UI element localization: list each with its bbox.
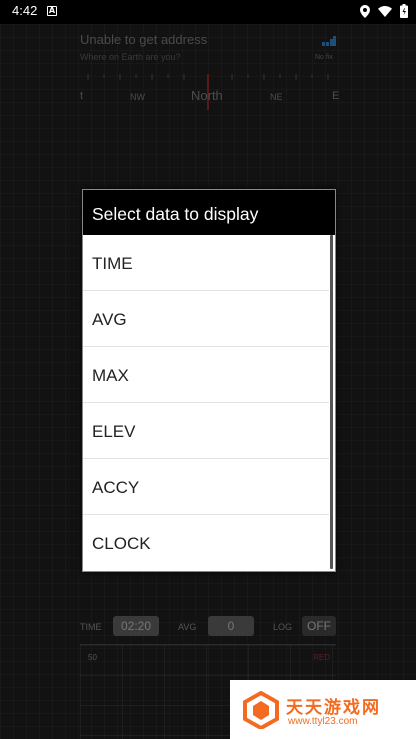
address-title: Unable to get address — [80, 32, 208, 47]
stats-row: TIME 02:20 AVG 0 LOG OFF — [80, 616, 336, 638]
option-clock[interactable]: CLOCK — [83, 515, 329, 571]
compass-label-east: E — [332, 90, 340, 102]
option-label: AVG — [92, 310, 127, 329]
select-data-dialog: Select data to display TIME AVG MAX ELEV… — [82, 189, 336, 572]
gps-signal-icon — [322, 36, 336, 46]
option-label: ACCY — [92, 478, 140, 497]
status-bar: 4:42 A — [0, 0, 416, 24]
compass-label-ne: NE — [270, 92, 283, 102]
dialog-title: Select data to display — [92, 204, 259, 224]
dialog-scrollbar[interactable] — [330, 235, 333, 569]
time-value: 02:20 — [113, 616, 159, 636]
watermark-logo-icon — [243, 691, 279, 729]
option-label: TIME — [92, 254, 133, 273]
option-label: CLOCK — [92, 534, 151, 553]
option-avg[interactable]: AVG — [83, 291, 329, 347]
option-max[interactable]: MAX — [83, 347, 329, 403]
compass-label-nw: NW — [130, 92, 145, 102]
fix-status: No fix — [315, 54, 333, 61]
avg-label: AVG — [178, 622, 197, 632]
wifi-icon — [378, 5, 392, 17]
dialog-header: Select data to display — [83, 190, 335, 235]
option-accy[interactable]: ACCY — [83, 459, 329, 515]
watermark-text: 天天游戏网 — [286, 698, 381, 718]
time-label: TIME — [80, 622, 102, 632]
status-icons — [360, 4, 408, 18]
graph-y-label: 50 — [88, 653, 97, 662]
watermark-url: www.ttyl23.com — [288, 716, 358, 727]
screen: 4:42 A Unable to get address Where on Ea… — [0, 0, 416, 739]
avg-value: 0 — [208, 616, 254, 636]
log-toggle: OFF — [302, 616, 336, 636]
option-label: MAX — [92, 366, 129, 385]
compass-label-west: t — [80, 90, 84, 102]
log-label: LOG — [273, 622, 293, 632]
option-elev[interactable]: ELEV — [83, 403, 329, 459]
compass-label-north: North — [191, 88, 223, 103]
graph-red-label: RED — [313, 653, 330, 662]
dialog-option-list: TIME AVG MAX ELEV ACCY CLOCK — [83, 235, 335, 571]
status-time: 4:42 — [12, 3, 38, 18]
location-icon — [360, 4, 370, 18]
address-subtitle: Where on Earth are you? — [80, 52, 181, 62]
option-label: ELEV — [92, 422, 136, 441]
notification-a-icon: A — [47, 6, 57, 16]
battery-icon — [400, 4, 408, 18]
watermark: 天天游戏网 www.ttyl23.com — [230, 680, 416, 739]
option-time[interactable]: TIME — [83, 235, 329, 291]
